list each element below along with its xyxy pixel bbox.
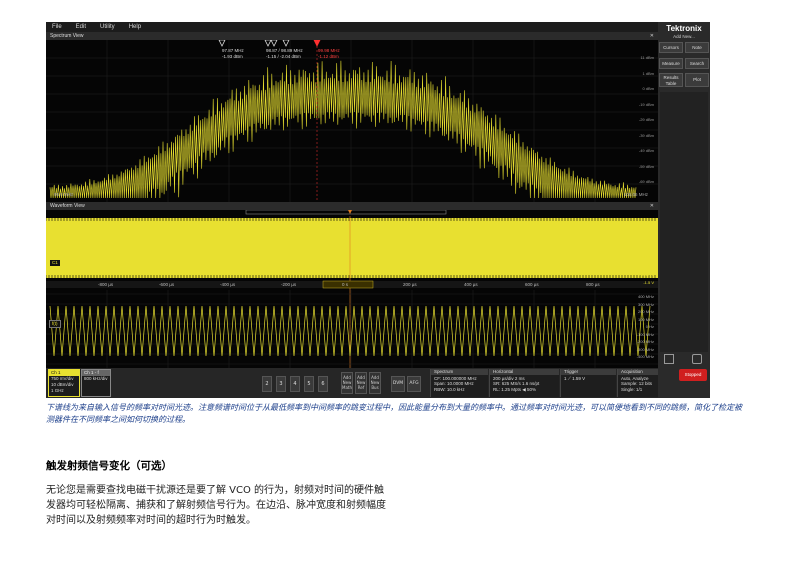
time-label-6: 400 µs: [464, 282, 478, 287]
channel-2-button[interactable]: 2: [262, 376, 272, 392]
ch1-freq-badge[interactable]: Ch 1 - f 800 kHz/div: [81, 369, 111, 397]
waveform-view: Waveform View ✕ 3.75 V 3 V 2.25 V 1.5 V 750 …: [46, 202, 658, 368]
freq-label-1: 300 MHz: [637, 301, 654, 307]
marker-triangle-icon: [270, 40, 278, 47]
freq-label-0: 400 MHz: [637, 294, 654, 299]
menu-utility[interactable]: Utility: [100, 24, 115, 30]
zoom-icon[interactable]: [664, 354, 674, 364]
spectrum-view: Spectrum View ✕ 11 dBm 1 dBm 0 dBm -19 dBm -…: [46, 32, 658, 202]
time-label-5: 200 µs: [403, 282, 417, 287]
trash-icon[interactable]: [692, 354, 702, 364]
control-panel: Tektronix Add New... Cursors Note Measur…: [658, 22, 710, 398]
db-label-8: -69 dBm: [638, 179, 654, 184]
ch1-tag[interactable]: C1: [49, 259, 61, 267]
note-button[interactable]: Note: [685, 42, 709, 53]
freq-label-5: -100 MHz: [636, 331, 654, 337]
db-label-4: -29 dBm: [638, 117, 654, 122]
panel-area: [660, 92, 708, 352]
waveform-close-icon[interactable]: ✕: [650, 202, 654, 210]
marker-triangle-icon: [282, 40, 290, 47]
horizontal-info[interactable]: Horizontal 200 µs/div 2 ms SR: 625 MS/s …: [489, 369, 559, 397]
marker-triangle-icon: [264, 40, 272, 47]
freq-label-4: 0 Hz: [645, 324, 654, 329]
spectrum-close-icon[interactable]: ✕: [650, 32, 654, 40]
marker-triangle-icon: [313, 40, 321, 47]
freq-label-7: -300 MHz: [636, 346, 654, 352]
ch1-badge[interactable]: Ch 1 750 mV/div 10 dBm/div 1 GHz: [48, 369, 80, 397]
ch1-dense-trace: [46, 218, 658, 278]
channel-4-button[interactable]: 4: [290, 376, 300, 392]
db-label-6: -49 dBm: [638, 148, 654, 153]
freq-label-8: -400 MHz: [636, 354, 654, 359]
spectrum-plot: [46, 40, 658, 202]
body-paragraph: 无论您是需要查找电磁干扰源还是要了解 VCO 的行为，射频对时间的硬件触发器均可…: [46, 485, 386, 526]
time-label-0: -800 µs: [98, 282, 114, 287]
menu-help[interactable]: Help: [129, 24, 141, 30]
volt-label-1: 3 V: [647, 228, 654, 234]
freq-label-2: 200 MHz: [637, 309, 654, 314]
time-label-2: -400 µs: [220, 282, 236, 287]
menu-edit[interactable]: Edit: [76, 24, 86, 30]
trace-tag[interactable]: f(t): [49, 320, 61, 328]
brand-logo: Tektronix: [666, 24, 702, 33]
spectrum-info[interactable]: Spectrum CF: 100.000000 MHz Span: 10.000…: [430, 369, 488, 397]
volt-label-2: 2.25 V: [642, 237, 654, 243]
marker-1-readout: 97.87 MHz -1.93 dBm: [222, 48, 244, 59]
volt-label-3: 1.5 V: [644, 245, 654, 251]
trigger-position-icon: [348, 210, 352, 214]
spectrum-view-title: Spectrum View: [46, 32, 658, 40]
menu-file[interactable]: File: [52, 24, 62, 30]
measure-button[interactable]: Measure: [659, 58, 683, 69]
acquisition-info[interactable]: Acquisition Auto, Analyze Sample: 12 bit…: [617, 369, 658, 397]
afg-button[interactable]: AFG: [407, 376, 421, 392]
section-heading: 触发射频信号变化（可选）: [46, 460, 172, 472]
marker-ref-readout: 99.98 MHz -1.12 dBm: [318, 48, 340, 59]
time-label-8: 800 µs: [586, 282, 600, 287]
volt-label-0: 3.75 V: [642, 220, 654, 225]
stopped-button[interactable]: Stopped: [679, 369, 707, 381]
trigger-info[interactable]: Trigger 1 ⟋ 1.59 V: [560, 369, 616, 397]
channel-5-button[interactable]: 5: [304, 376, 314, 392]
results-table-button[interactable]: Results Table: [659, 73, 683, 87]
menu-bar: File Edit Utility Help: [46, 22, 658, 32]
freq-label-3: 100 MHz: [637, 316, 654, 322]
volt-label-6: -750 mV: [638, 271, 654, 277]
db-label-0: 11 dBm: [640, 55, 655, 60]
volt-label-5: 0 V: [647, 263, 654, 268]
marker-triangle-icon: [218, 40, 226, 47]
db-label-7: -59 dBm: [638, 163, 654, 169]
plot-button[interactable]: Plot: [685, 73, 709, 87]
time-label-7: 600 µs: [525, 282, 539, 287]
status-bar: Ch 1 750 mV/div 10 dBm/div 1 GHz Ch 1 - …: [46, 368, 658, 398]
overview-window: [245, 210, 447, 215]
channel-6-button[interactable]: 6: [318, 376, 328, 392]
waveform-plot: [46, 210, 658, 368]
cursors-button[interactable]: Cursors: [659, 42, 683, 53]
add-new-label: Add New...: [673, 34, 695, 39]
spectrum-stop-freq: 105.06 MHz: [623, 192, 648, 197]
time-label-1: -600 µs: [159, 282, 175, 287]
add-ref-button[interactable]: Add New Ref: [355, 372, 367, 394]
volt-label-4: 750 mV: [640, 254, 654, 260]
db-label-5: -39 dBm: [638, 132, 654, 138]
oscilloscope-screenshot: File Edit Utility Help Spectrum View ✕ 1…: [46, 22, 710, 398]
add-bus-button[interactable]: Add New Bus: [369, 372, 381, 394]
db-label-3: -19 dBm: [638, 101, 654, 107]
spectrum-start-freq: 95.0 MHz: [54, 192, 74, 197]
db-label-1: 1 dBm: [642, 70, 654, 76]
time-label-4: 0 s: [342, 282, 349, 287]
spectrum-trace: [49, 60, 637, 199]
time-label-3: -200 µs: [281, 282, 297, 287]
db-label-2: 0 dBm: [642, 86, 654, 91]
marker-2-readout: 98.87 / 98.89 MHz -1.15 / -2.04 dBm: [266, 48, 303, 59]
figure-caption: 下谱线为来自输入信号的频率对时间光迹。注意频谱时间位于从最低频率到中间频率的跳变…: [46, 403, 742, 424]
volt-label-7: -1.5 V: [643, 280, 654, 286]
freq-label-6: -200 MHz: [636, 339, 654, 344]
channel-3-button[interactable]: 3: [276, 376, 286, 392]
dvm-button[interactable]: DVM: [391, 376, 405, 392]
search-button[interactable]: Search: [685, 58, 709, 69]
add-math-button[interactable]: Add New Math: [341, 372, 353, 394]
waveform-view-title: Waveform View: [46, 202, 658, 210]
